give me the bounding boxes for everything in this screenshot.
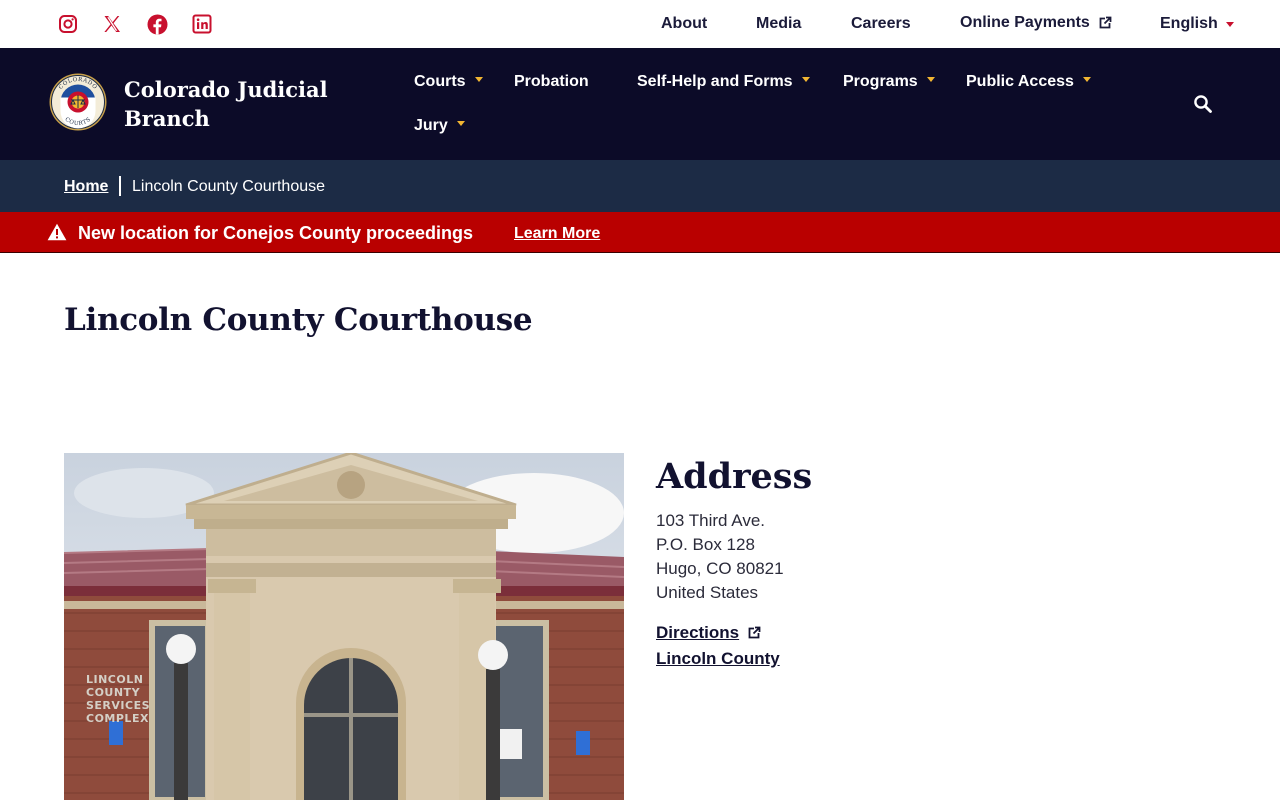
about-link[interactable]: About <box>661 14 707 34</box>
caret-down-icon <box>801 76 810 82</box>
nav-programs-label: Programs <box>843 73 918 90</box>
address-line-4: United States <box>656 583 759 602</box>
courthouse-photo: LINCOLN COUNTY SERVICES COMPLEX <box>64 453 624 800</box>
online-payments-link[interactable]: Online Payments <box>960 13 1112 33</box>
facebook-icon[interactable] <box>145 12 169 36</box>
utility-bar: About Media Careers Online Payments Engl… <box>0 0 1280 48</box>
instagram-icon[interactable] <box>56 12 80 36</box>
address-line-1: 103 Third Ave. <box>656 511 766 530</box>
address-line-3: Hugo, CO 80821 <box>656 559 784 578</box>
nav-public-access[interactable]: Public Access <box>966 72 1091 92</box>
nav-jury[interactable]: Jury <box>414 116 465 136</box>
nav-probation[interactable]: Probation <box>514 72 589 92</box>
breadcrumb-current: Lincoln County Courthouse <box>132 178 326 195</box>
nav-jury-label: Jury <box>414 117 448 134</box>
alert-message: New location for Conejos County proceedi… <box>78 223 474 243</box>
breadcrumb-home-link[interactable]: Home <box>64 177 108 197</box>
alert-learn-more-link[interactable]: Learn More <box>514 224 600 244</box>
warning-icon <box>47 223 67 241</box>
careers-link[interactable]: Careers <box>851 14 911 34</box>
online-payments-label: Online Payments <box>960 14 1090 31</box>
page-title: Lincoln County Courthouse <box>64 302 533 338</box>
x-twitter-icon[interactable] <box>100 12 124 36</box>
caret-down-icon <box>926 76 935 82</box>
address-line-2: P.O. Box 128 <box>656 535 755 554</box>
nav-courts-label: Courts <box>414 73 466 90</box>
linkedin-icon[interactable] <box>190 12 214 36</box>
nav-public-access-label: Public Access <box>966 73 1074 90</box>
breadcrumb-separator <box>119 176 121 196</box>
alert-banner: New location for Conejos County proceedi… <box>0 212 1280 253</box>
caret-down-icon <box>1082 76 1091 82</box>
photo-sign-line-4: COMPLEX <box>86 712 149 725</box>
caret-down-icon <box>474 76 483 82</box>
language-selector[interactable]: English <box>1160 14 1234 34</box>
colorado-courts-seal-logo[interactable]: COLORADO COURTS <box>49 73 107 131</box>
directions-label: Directions <box>656 623 740 642</box>
language-label: English <box>1160 15 1218 32</box>
photo-sign-line-2: COUNTY <box>86 686 141 699</box>
external-link-icon <box>1099 16 1112 29</box>
external-link-icon <box>748 626 761 639</box>
media-link[interactable]: Media <box>756 14 801 34</box>
nav-self-help[interactable]: Self-Help and Forms <box>637 72 810 92</box>
caret-down-icon <box>456 120 465 126</box>
search-icon[interactable] <box>1193 94 1213 114</box>
photo-sign-line-3: SERVICES <box>86 699 150 712</box>
photo-sign-line-1: LINCOLN <box>86 673 143 686</box>
directions-link[interactable]: Directions <box>656 622 761 644</box>
address-heading: Address <box>656 456 813 497</box>
nav-programs[interactable]: Programs <box>843 72 935 92</box>
nav-self-help-label: Self-Help and Forms <box>637 73 793 90</box>
lincoln-county-link[interactable]: Lincoln County <box>656 648 780 670</box>
main-header: COLORADO COURTS Colorado Judicial Branch… <box>0 48 1280 160</box>
site-name[interactable]: Colorado Judicial Branch <box>124 75 344 133</box>
nav-courts[interactable]: Courts <box>414 72 483 92</box>
breadcrumb: Home Lincoln County Courthouse <box>0 160 1280 212</box>
caret-down-icon <box>1225 21 1234 27</box>
